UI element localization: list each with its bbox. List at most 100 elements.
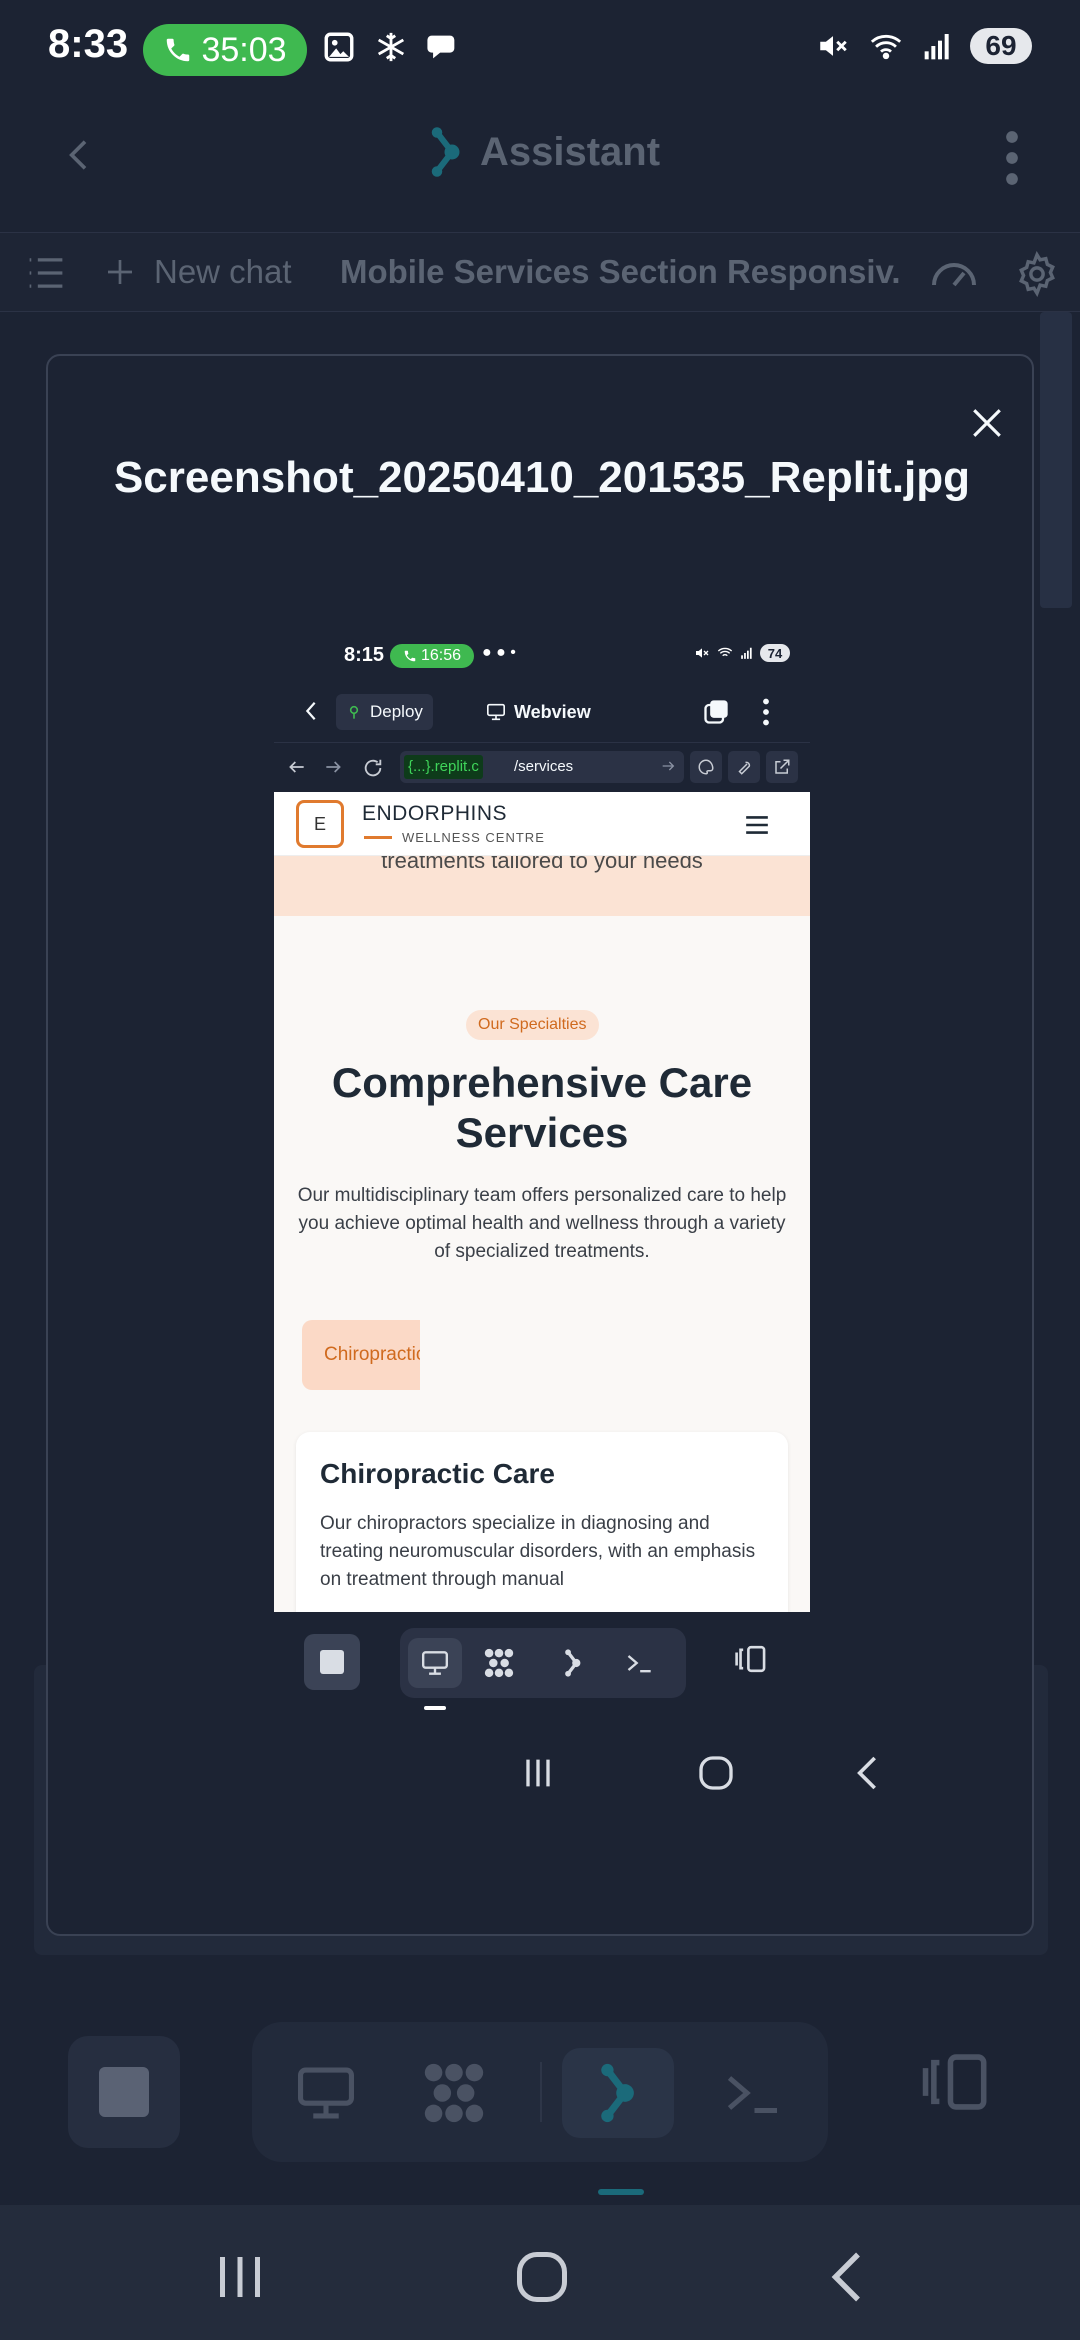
workspace-toolbar <box>0 2010 1080 2190</box>
current-chat-title[interactable]: Mobile Services Section Responsiv... <box>340 253 900 291</box>
app-bar: Assistant <box>0 86 1080 226</box>
assistant-logo-icon <box>565 1649 581 1677</box>
system-nav-bar <box>0 2205 1080 2340</box>
signal-icon <box>924 34 949 60</box>
inner-status-time: 8:15 <box>344 644 385 666</box>
status-time: 8:33 <box>48 22 129 66</box>
more-options-icon[interactable] <box>1004 130 1020 186</box>
notification-icons <box>322 30 460 64</box>
services-heading: Comprehensive Care Services <box>331 1059 753 1156</box>
new-chat-label: New chat <box>154 253 292 290</box>
chat-list-icon[interactable] <box>26 255 66 291</box>
monitor-icon <box>487 703 505 721</box>
back-arrow-icon[interactable] <box>60 130 100 180</box>
assistant-logo-icon <box>431 127 460 177</box>
url-domain: {...}.replit.c <box>404 755 483 779</box>
recent-apps-icon[interactable] <box>210 2247 270 2307</box>
inner-shell-button <box>612 1638 666 1688</box>
chat-tab-bar: New chat Mobile Services Section Respons… <box>0 232 1080 312</box>
tool-switcher <box>252 2022 828 2162</box>
back-icon[interactable] <box>818 2247 878 2307</box>
call-timer: 35:03 <box>201 30 287 69</box>
home-icon[interactable] <box>512 2247 572 2307</box>
screenshot-image: 8:15 16:56 ● ● • 74 Deploy Webview {...}… <box>274 632 810 1712</box>
wrench-icon <box>738 761 751 775</box>
inner-packages-button <box>472 1638 526 1688</box>
snowflake-icon <box>377 32 405 62</box>
deploy-label: Deploy <box>370 702 423 721</box>
chat-bubble-icon <box>427 35 455 59</box>
tab-indicator <box>598 2189 644 2195</box>
terminal-icon <box>727 2076 777 2113</box>
webview-tool-button[interactable] <box>270 2048 382 2138</box>
external-link-icon <box>775 759 790 774</box>
services-description: Our multidisciplinary team offers person… <box>297 1185 787 1262</box>
settings-gear-icon[interactable] <box>1014 251 1060 297</box>
browser-back-icon <box>289 761 304 773</box>
specialties-badge: Our Specialties <box>466 1010 599 1040</box>
inner-status-bar: 8:15 16:56 ● ● • 74 <box>274 632 810 680</box>
palette-tool <box>690 751 722 783</box>
call-indicator[interactable]: 35:03 <box>143 24 307 76</box>
packages-tool-button[interactable] <box>398 2048 510 2138</box>
assistant-logo-icon <box>601 2063 634 2123</box>
inner-toolbar <box>274 1612 810 1712</box>
inner-back-icon <box>857 1756 876 1790</box>
signal-icon <box>741 647 752 659</box>
gallery-icon <box>324 32 354 62</box>
hamburger-menu-icon <box>746 816 768 834</box>
brand-underline <box>364 836 392 839</box>
inner-assistant-button <box>546 1638 600 1688</box>
wifi-icon <box>717 647 733 657</box>
site-logo: E <box>296 800 344 848</box>
phone-icon <box>404 650 416 662</box>
toolbar-divider <box>540 2062 542 2122</box>
close-button[interactable] <box>962 398 1012 448</box>
inner-stop-button <box>304 1634 360 1690</box>
brand-subtitle: WELLNESS CENTRE <box>402 830 545 845</box>
site-header: E ENDORPHINS WELLNESS CENTRE <box>274 792 810 856</box>
stop-icon <box>320 1650 344 1674</box>
monitor-icon <box>298 2067 354 2119</box>
close-icon <box>973 409 1001 437</box>
inner-system-icons: 74 <box>694 644 790 662</box>
url-path: /services <box>508 751 678 783</box>
speedometer-icon[interactable] <box>928 253 980 293</box>
inner-url-field: {...}.replit.c /services <box>400 751 684 783</box>
image-preview-modal: Screenshot_20250410_201535_Replit.jpg 8:… <box>46 354 1034 1936</box>
service-card-title: Chiropractic Care <box>320 1458 555 1489</box>
swap-layout-icon[interactable] <box>920 2050 992 2114</box>
shell-tool-button[interactable] <box>696 2048 808 2138</box>
scrollbar[interactable] <box>1040 312 1072 608</box>
inner-tab-indicator <box>424 1706 446 1710</box>
inner-app-bar: Deploy Webview <box>274 680 810 740</box>
terminal-icon <box>627 1655 651 1673</box>
go-arrow-icon <box>662 761 675 771</box>
inner-url-bar: {...}.replit.c /services <box>274 742 810 792</box>
notification-dots-icon: ● ● • <box>482 644 516 661</box>
tabs-icon <box>704 700 728 724</box>
wifi-icon <box>870 34 902 60</box>
inner-webview-button <box>408 1638 462 1688</box>
inner-call-timer: 16:56 <box>420 647 462 664</box>
brand-name: ENDORPHINS <box>362 802 508 825</box>
logo-letter: E <box>313 813 326 834</box>
assistant-tool-button[interactable] <box>562 2048 674 2138</box>
inner-call-indicator: 16:56 <box>390 644 474 668</box>
inner-battery: 74 <box>760 644 790 662</box>
new-chat-button[interactable]: New chat <box>104 253 292 291</box>
service-tab-chiropractic: Chiropractic Care <box>302 1320 420 1390</box>
phone-icon <box>167 38 190 62</box>
monitor-icon <box>422 1651 448 1675</box>
devtools-tool <box>728 751 760 783</box>
swap-layout-icon <box>735 1645 766 1673</box>
app-title: Assistant <box>428 126 660 178</box>
battery-indicator: 69 <box>970 28 1032 64</box>
website-preview: treatments tailored to your needs E ENDO… <box>274 792 810 1612</box>
mute-icon <box>820 36 847 56</box>
more-options-icon <box>763 698 769 726</box>
modal-title: Screenshot_20250410_201535_Replit.jpg <box>113 453 971 502</box>
service-card: Chiropractic Care Our chiropractors spec… <box>296 1432 788 1612</box>
stop-button[interactable] <box>68 2036 180 2148</box>
app-title-text: Assistant <box>480 129 661 174</box>
